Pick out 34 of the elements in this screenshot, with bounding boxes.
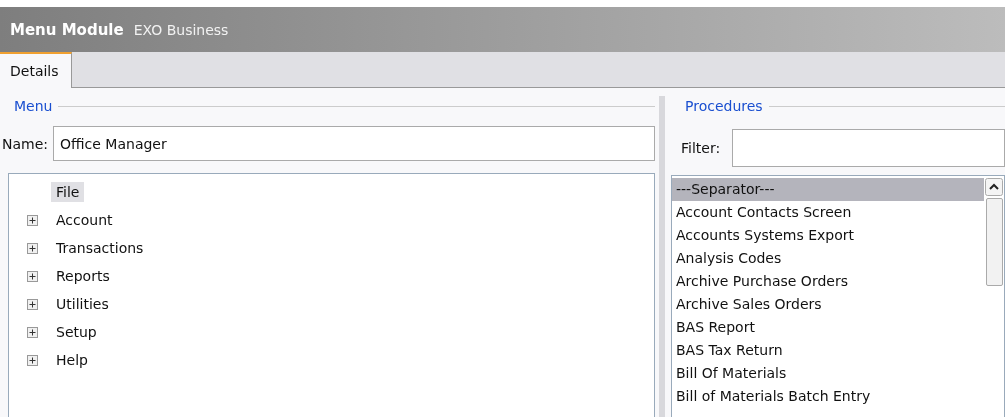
list-item[interactable]: Bill Of Materials bbox=[672, 362, 984, 385]
field-label: Filter: bbox=[681, 140, 721, 156]
tree-item[interactable]: Utilities bbox=[51, 294, 114, 314]
expand-icon[interactable] bbox=[27, 214, 38, 226]
list-item[interactable]: ---Separator--- bbox=[672, 178, 984, 201]
name-field[interactable]: Office Manager bbox=[53, 126, 655, 161]
scroll-up-icon[interactable] bbox=[985, 178, 1003, 196]
tree-item[interactable]: Account bbox=[51, 210, 118, 230]
window-subtitle: EXO Business bbox=[133, 21, 229, 38]
list-item[interactable]: BAS Tax Return bbox=[672, 339, 984, 362]
list-item[interactable]: Analysis Codes bbox=[672, 247, 984, 270]
tree-item[interactable]: Transactions bbox=[51, 238, 149, 258]
expand-icon[interactable] bbox=[27, 354, 38, 366]
tree-item[interactable]: Setup bbox=[51, 322, 102, 342]
expand-icon[interactable] bbox=[27, 270, 38, 282]
tree-item[interactable]: Help bbox=[51, 350, 93, 370]
scroll-thumb[interactable] bbox=[985, 198, 1003, 286]
list-item[interactable]: Bill of Materials Batch Entry bbox=[672, 385, 984, 408]
expand-icon[interactable] bbox=[27, 326, 38, 338]
tree-item[interactable]: Reports bbox=[51, 266, 115, 286]
window-title: Menu Module bbox=[10, 20, 124, 39]
list-item[interactable]: Archive Sales Orders bbox=[672, 293, 984, 316]
expand-icon[interactable] bbox=[27, 298, 38, 310]
expand-icon[interactable] bbox=[27, 242, 38, 254]
tab[interactable]: Details bbox=[0, 52, 72, 88]
group-legend: Procedures bbox=[671, 98, 769, 114]
list-item[interactable]: Account Contacts Screen bbox=[672, 201, 984, 224]
field-label: Name: bbox=[2, 135, 49, 152]
tree-item[interactable]: File bbox=[51, 182, 85, 202]
list-item[interactable]: Accounts Systems Export bbox=[672, 224, 984, 247]
list-item[interactable]: Archive Purchase Orders bbox=[672, 270, 984, 293]
group-legend: Menu bbox=[0, 98, 59, 114]
list-item[interactable]: BAS Report bbox=[672, 316, 984, 339]
filter-field[interactable] bbox=[732, 129, 1005, 167]
